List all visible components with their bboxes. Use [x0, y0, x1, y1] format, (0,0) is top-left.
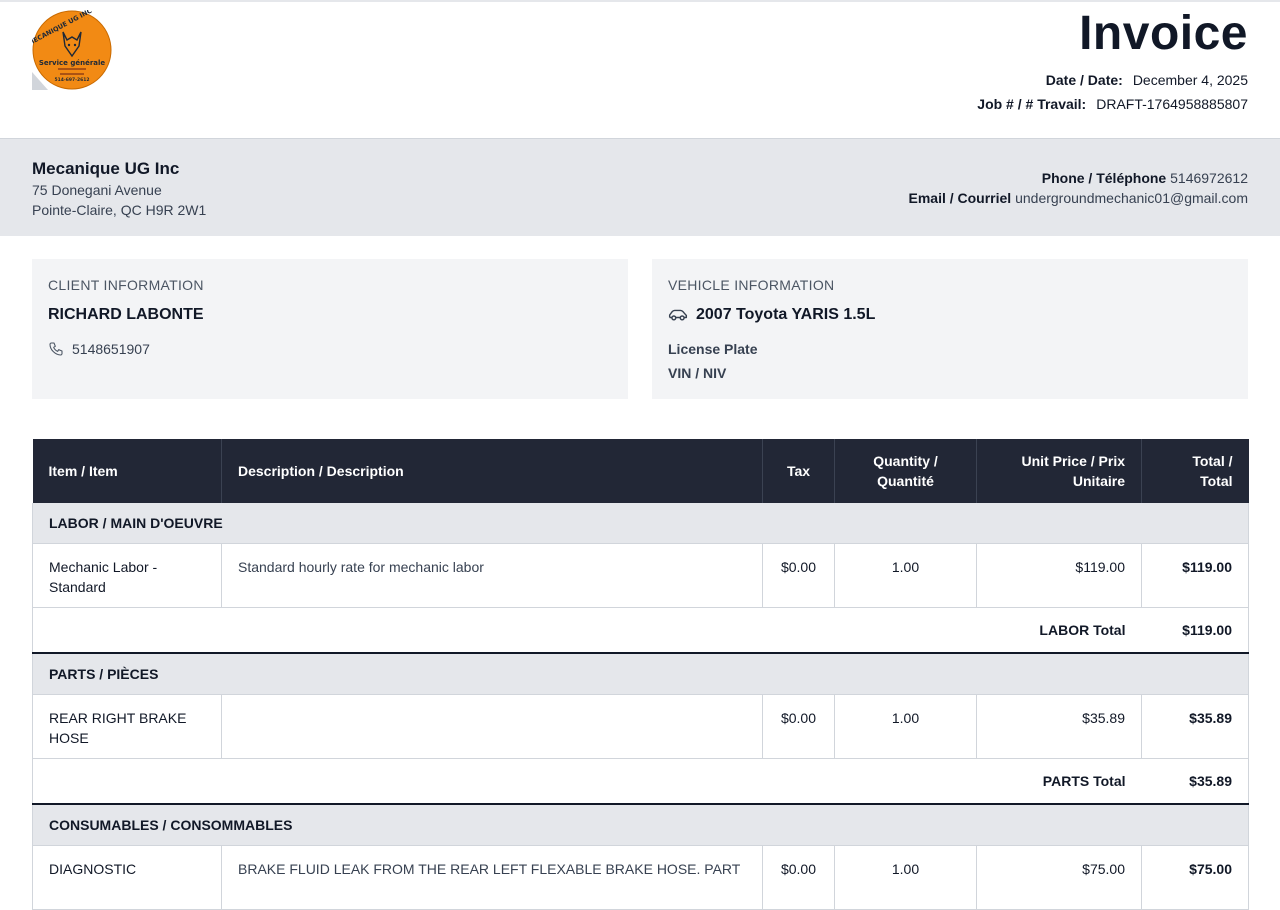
parts-total-row: PARTS Total $35.89	[32, 758, 1249, 805]
table-row: DIAGNOSTIC BRAKE FLUID LEAK FROM THE REA…	[32, 845, 1249, 910]
client-phone: 5148651907	[72, 341, 150, 357]
line-items-table: Item / Item Description / Description Ta…	[32, 439, 1249, 910]
item-quantity: 1.00	[834, 694, 977, 759]
company-email: Email / Courriel undergroundmechanic01@g…	[909, 190, 1249, 206]
client-info-card: CLIENT INFORMATION RICHARD LABONTE 51486…	[32, 259, 628, 399]
vehicle-info-title: VEHICLE INFORMATION	[668, 277, 835, 293]
item-total: $119.00	[1141, 543, 1249, 608]
item-unit-price: $35.89	[976, 694, 1142, 759]
parts-total-value: $35.89	[1141, 758, 1249, 805]
header-unit-price: Unit Price / Prix Unitaire	[976, 439, 1142, 503]
item-tax: $0.00	[762, 845, 835, 910]
header-quantity: Quantity / Quantité	[834, 439, 977, 503]
item-name: DIAGNOSTIC	[32, 845, 222, 910]
item-quantity: 1.00	[834, 845, 977, 910]
client-phone-row: 5148651907	[48, 341, 150, 357]
labor-total-label: LABOR Total	[32, 607, 1142, 654]
job-label: Job # / # Travail:	[977, 96, 1087, 112]
vehicle-name-row: 2007 Toyota YARIS 1.5L	[668, 306, 875, 324]
header-tax: Tax	[762, 439, 835, 503]
top-divider	[0, 0, 1280, 2]
item-description	[221, 694, 763, 759]
parts-total-label: PARTS Total	[32, 758, 1142, 805]
logo-main-text: Service générale	[39, 59, 106, 67]
header-description: Description / Description	[221, 439, 763, 503]
item-name: REAR RIGHT BRAKE HOSE	[32, 694, 222, 759]
item-total: $75.00	[1141, 845, 1249, 910]
car-icon	[668, 309, 688, 321]
job-value: DRAFT-1764958885807	[1096, 96, 1248, 112]
client-name: RICHARD LABONTE	[48, 306, 204, 323]
item-unit-price: $75.00	[976, 845, 1142, 910]
vehicle-name: 2007 Toyota YARIS 1.5L	[696, 306, 876, 323]
item-description: BRAKE FLUID LEAK FROM THE REAR LEFT FLEX…	[221, 845, 763, 910]
company-name: Mecanique UG Inc	[32, 159, 180, 178]
company-phone-label: Phone / Téléphone	[1041, 170, 1167, 186]
vin-label: VIN / NIV	[668, 365, 727, 381]
section-parts: PARTS / PIÈCES	[32, 652, 1249, 695]
client-info-title: CLIENT INFORMATION	[48, 277, 204, 293]
logo-phone-text: 514-697-2612	[54, 77, 89, 83]
table-header-row: Item / Item Description / Description Ta…	[32, 439, 1249, 503]
item-quantity: 1.00	[834, 543, 977, 608]
company-address-line1: 75 Donegani Avenue	[32, 182, 162, 198]
item-tax: $0.00	[762, 694, 835, 759]
table-row: REAR RIGHT BRAKE HOSE $0.00 1.00 $35.89 $…	[32, 694, 1249, 759]
date-label: Date / Date:	[1045, 72, 1123, 88]
item-total: $35.89	[1141, 694, 1249, 759]
labor-total-row: LABOR Total $119.00	[32, 607, 1249, 654]
company-logo: MECANIQUE UG INC Service générale 514-69…	[32, 10, 112, 90]
header-total: Total / Total	[1141, 439, 1249, 503]
invoice-date: Date / Date: December 4, 2025	[1046, 72, 1248, 88]
date-value: December 4, 2025	[1132, 72, 1248, 88]
item-unit-price: $119.00	[976, 543, 1142, 608]
item-tax: $0.00	[762, 543, 835, 608]
company-phone-value: 5146972612	[1170, 170, 1248, 186]
phone-icon	[49, 342, 63, 356]
item-name: Mechanic Labor - Standard	[32, 543, 222, 608]
invoice-job-number: Job # / # Travail: DRAFT-1764958885807	[977, 96, 1248, 112]
company-phone: Phone / Téléphone 5146972612	[1042, 170, 1248, 186]
company-email-value: undergroundmechanic01@gmail.com	[1015, 190, 1248, 206]
company-address-line2: Pointe-Claire, QC H9R 2W1	[32, 202, 207, 218]
license-plate-label: License Plate	[668, 341, 758, 357]
company-email-label: Email / Courriel	[908, 190, 1012, 206]
section-consumables: CONSUMABLES / CONSOMMABLES	[32, 803, 1249, 846]
invoice-title: Invoice	[1079, 7, 1248, 60]
company-band: Mecanique UG Inc 75 Donegani Avenue Poin…	[0, 138, 1280, 236]
header-item: Item / Item	[32, 439, 222, 503]
vehicle-info-card: VEHICLE INFORMATION 2007 Toyota YARIS 1.…	[652, 259, 1248, 399]
labor-total-value: $119.00	[1141, 607, 1249, 654]
table-row: Mechanic Labor - Standard Standard hourly…	[32, 543, 1249, 608]
item-description: Standard hourly rate for mechanic labor	[221, 543, 763, 608]
section-labor: LABOR / MAIN D'OEUVRE	[32, 503, 1249, 544]
